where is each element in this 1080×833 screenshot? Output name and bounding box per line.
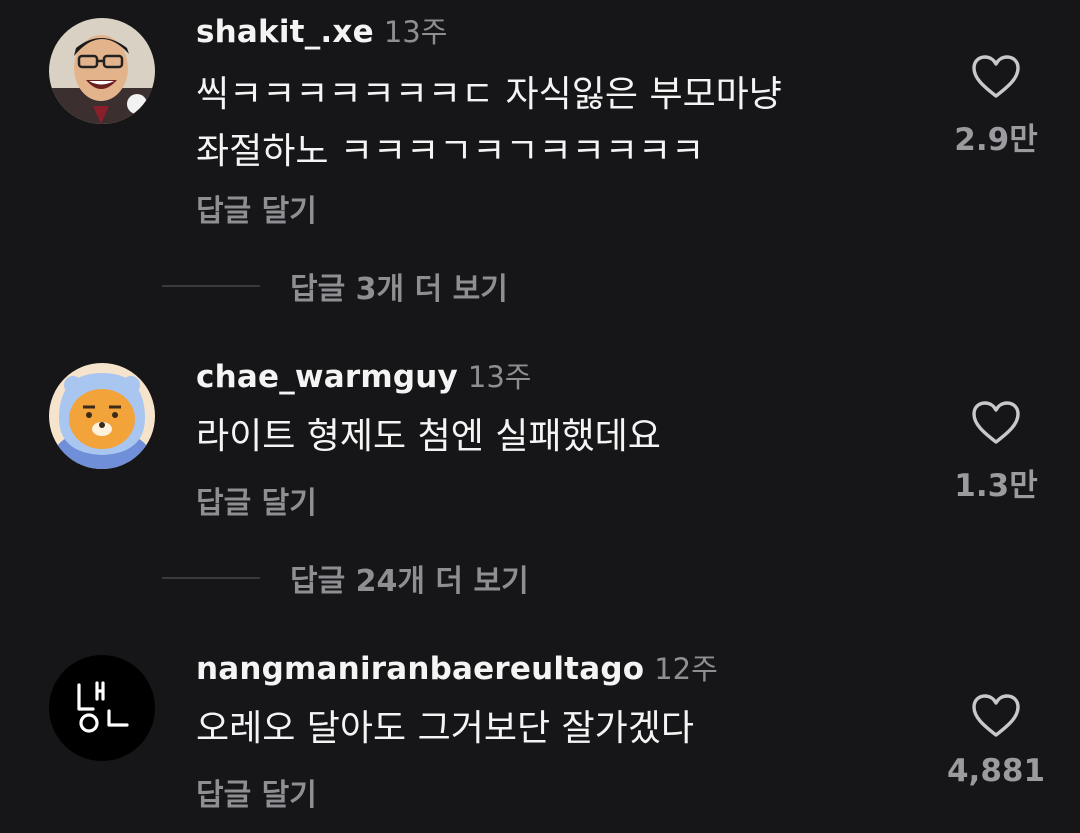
- comment-text: 씩ㅋㅋㅋㅋㅋㅋㅋㄷ 자식잃은 부모마냥 좌절하노 ㅋㅋㅋㄱㅋㄱㅋㅋㅋㅋㅋ: [196, 66, 782, 180]
- comment-text-line: 라이트 형제도 첨엔 실패했데요: [196, 416, 661, 457]
- divider-line: [162, 577, 260, 579]
- like-count: 4,881: [946, 753, 1046, 789]
- reply-button[interactable]: 답글 달기: [196, 478, 317, 522]
- comment-header: nangmaniranbaereultago 12주: [196, 646, 718, 688]
- comment-time: 13주: [467, 360, 532, 394]
- avatar-photo: [49, 18, 155, 124]
- avatar[interactable]: [49, 18, 155, 124]
- like-group: 4,881: [946, 693, 1046, 789]
- view-more-replies[interactable]: 답글 24개 더 보기: [162, 556, 529, 600]
- like-group: 2.9만: [946, 54, 1046, 159]
- comment-text-line: 좌절하노 ㅋㅋㅋㄱㅋㄱㅋㅋㅋㅋㅋ: [196, 131, 705, 172]
- comment-text: 라이트 형제도 첨엔 실패했데요: [196, 408, 661, 465]
- comment-text-line: 씩ㅋㅋㅋㅋㅋㅋㅋㄷ 자식잃은 부모마냥: [196, 74, 782, 115]
- avatar-logo: [49, 655, 155, 761]
- like-count: 2.9만: [954, 122, 1038, 158]
- comment-header: shakit_.xe 13주: [196, 9, 447, 51]
- avatar-character: [49, 363, 155, 469]
- reply-button[interactable]: 답글 달기: [196, 770, 317, 814]
- comment-time: 12주: [654, 652, 718, 686]
- view-more-replies-label[interactable]: 답글 24개 더 보기: [290, 556, 529, 600]
- divider-line: [162, 285, 260, 287]
- like-count: 1.3만: [954, 468, 1038, 504]
- view-more-replies-label[interactable]: 답글 3개 더 보기: [290, 264, 508, 308]
- comment-time: 13주: [383, 15, 448, 49]
- avatar[interactable]: [49, 655, 155, 761]
- comment-text-line: 오레오 달아도 그거보단 잘가겠다: [196, 708, 695, 749]
- heart-outline-icon[interactable]: [971, 54, 1021, 100]
- heart-outline-icon[interactable]: [971, 400, 1021, 446]
- username[interactable]: chae_warmguy: [196, 359, 458, 395]
- comment-header: chae_warmguy 13주: [196, 354, 532, 396]
- view-more-replies[interactable]: 답글 3개 더 보기: [162, 264, 508, 308]
- reply-button[interactable]: 답글 달기: [196, 186, 317, 230]
- username[interactable]: shakit_.xe: [196, 14, 374, 50]
- avatar[interactable]: [49, 363, 155, 469]
- like-group: 1.3만: [946, 400, 1046, 505]
- heart-outline-icon[interactable]: [971, 693, 1021, 739]
- username[interactable]: nangmaniranbaereultago: [196, 651, 644, 687]
- comment-text: 오레오 달아도 그거보단 잘가겠다: [196, 700, 694, 757]
